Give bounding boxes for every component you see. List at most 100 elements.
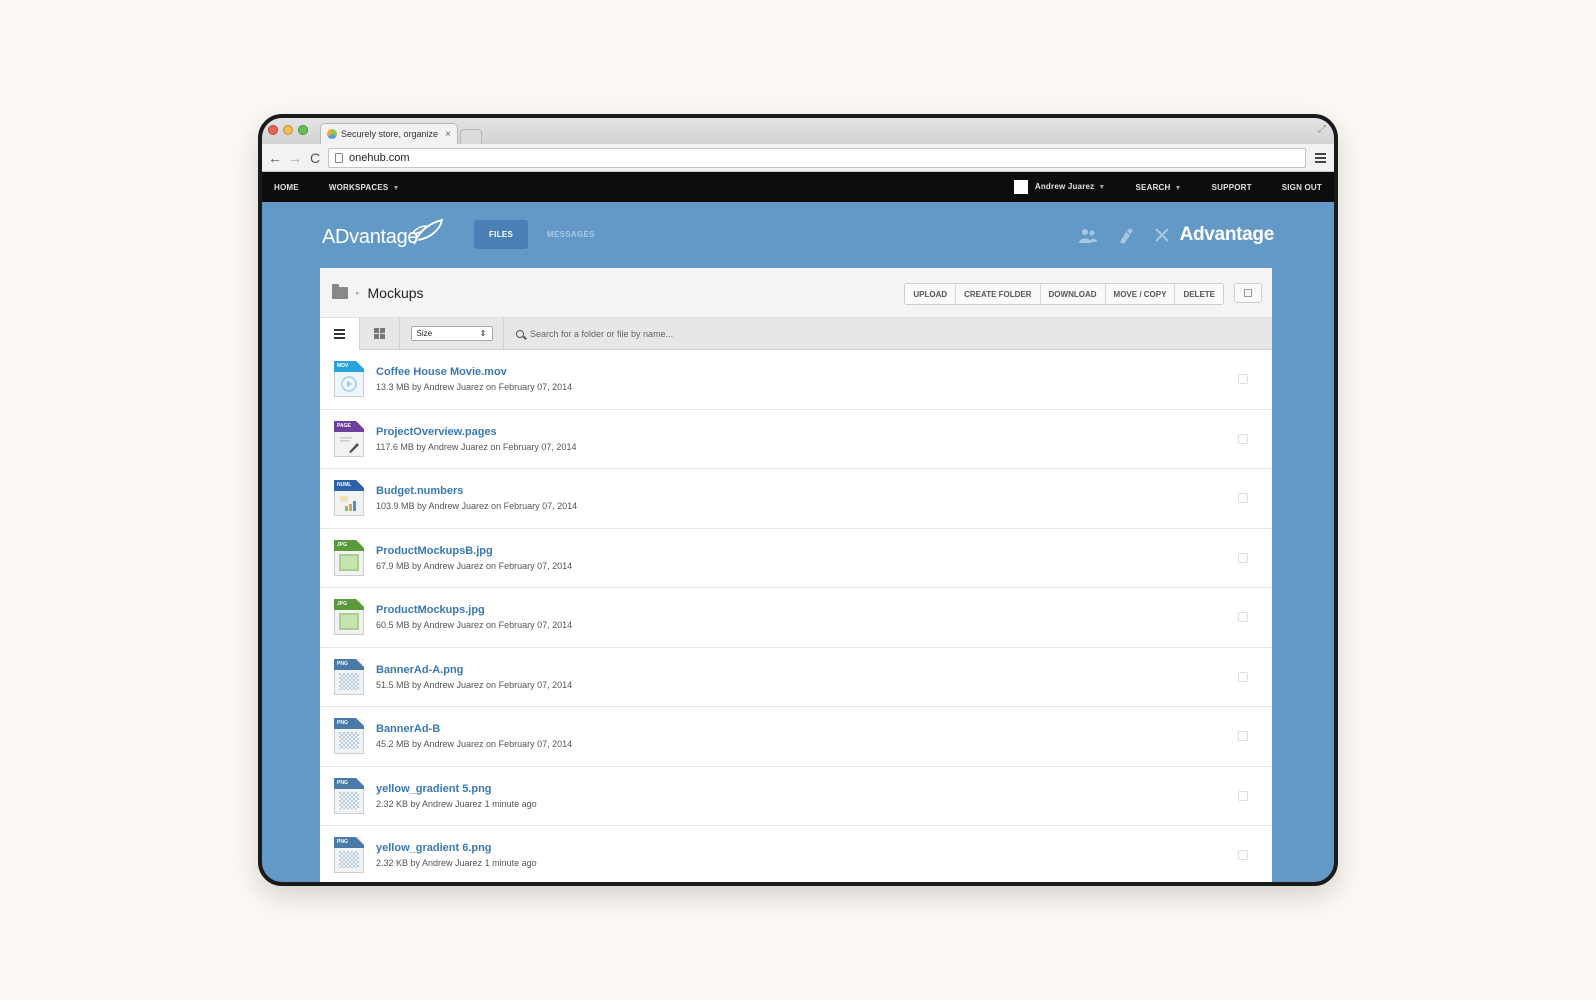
jpg-file-icon: JPG — [334, 539, 364, 576]
search-placeholder: Search for a folder or file by name... — [530, 328, 674, 339]
table-row[interactable]: JPG ProductMockupsB.jpg 67.9 MB by Andrew… — [320, 529, 1272, 588]
browser-tab-strip: Securely store, organize a × ⤢ — [262, 118, 1334, 144]
row-checkbox[interactable] — [1238, 612, 1248, 622]
move-copy-button[interactable]: MOVE / COPY — [1106, 284, 1176, 304]
list-view-button[interactable] — [320, 317, 360, 350]
nav-search[interactable]: SEARCH ▼ — [1136, 183, 1182, 192]
breadcrumb-separator-icon: ▸ — [356, 289, 360, 297]
file-meta: 117.6 MB by Andrew Juarez on February 07… — [376, 441, 577, 452]
numbers-file-icon: NUML — [334, 480, 364, 517]
table-row[interactable]: PNG BannerAd-A.png 51.5 MB by Andrew Juar… — [320, 648, 1272, 707]
file-name-link[interactable]: ProjectOverview.pages — [376, 426, 576, 438]
folder-icon[interactable] — [332, 283, 348, 299]
upload-button[interactable]: UPLOAD — [905, 284, 957, 304]
browser-tab[interactable]: Securely store, organize a × — [320, 123, 458, 144]
user-menu[interactable]: Andrew Juarez ▼ — [1013, 180, 1106, 194]
file-meta: 2.32 KB by Andrew Juarez 1 minute ago — [376, 858, 537, 869]
file-meta: 67.9 MB by Andrew Juarez on February 07,… — [376, 560, 573, 571]
workspace-logo: ADvantage — [322, 226, 419, 248]
user-name: Andrew Juarez — [1034, 182, 1095, 192]
reload-icon[interactable]: C — [308, 150, 322, 166]
png-file-icon: PNG — [334, 777, 364, 814]
list-toolbar: Size ⇕ Search for a folder or file by na… — [320, 317, 1272, 350]
close-tab-icon[interactable]: × — [445, 129, 451, 140]
page-title: Mockups — [367, 284, 424, 301]
fullscreen-icon[interactable]: ⤢ — [1318, 124, 1326, 135]
files-panel: ▸ Mockups UPLOAD CREATE FOLDER DOWNLOAD … — [320, 268, 1272, 882]
page-icon — [335, 152, 343, 163]
file-meta: 2.32 KB by Andrew Juarez 1 minute ago — [376, 798, 537, 809]
forward-arrow-icon[interactable]: → — [288, 150, 302, 166]
back-arrow-icon[interactable]: ← — [268, 150, 282, 166]
video-file-icon: MOV — [334, 361, 364, 398]
minimize-window-button[interactable] — [283, 125, 293, 135]
sort-select[interactable]: Size ⇕ — [410, 326, 493, 341]
table-row[interactable]: PNG yellow_gradient 5.png 2.32 KB by Andr… — [320, 767, 1272, 826]
browser-menu-icon[interactable] — [1312, 152, 1328, 163]
tab-files[interactable]: FILES — [474, 220, 529, 249]
row-checkbox[interactable] — [1238, 493, 1248, 503]
file-name-link[interactable]: yellow_gradient 5.png — [376, 783, 537, 795]
settings-tools-icon[interactable] — [1152, 227, 1172, 245]
workspace-name: Advantage — [1179, 224, 1275, 245]
nav-home[interactable]: HOME — [274, 183, 299, 192]
select-arrows-icon: ⇕ — [479, 329, 487, 338]
file-name-link[interactable]: BannerAd-B — [376, 723, 572, 735]
tab-title: Securely store, organize a — [341, 129, 442, 139]
create-folder-button[interactable]: CREATE FOLDER — [956, 284, 1041, 304]
row-checkbox[interactable] — [1238, 850, 1248, 860]
file-meta: 45.2 MB by Andrew Juarez on February 07,… — [376, 739, 573, 750]
row-checkbox[interactable] — [1238, 433, 1248, 444]
workspace-header: ADvantage FILES MESSAGES Advantage — [262, 202, 1334, 268]
file-name-link[interactable]: BannerAd-A.png — [376, 664, 572, 676]
table-row[interactable]: PAGE ProjectOverview.pages 117.6 MB by An… — [320, 410, 1272, 469]
file-name-link[interactable]: yellow_gradient 6.png — [376, 842, 537, 854]
chevron-down-icon: ▼ — [1098, 184, 1106, 192]
address-bar[interactable]: onehub.com — [328, 147, 1306, 168]
close-window-button[interactable] — [268, 125, 278, 135]
panel-header: ▸ Mockups UPLOAD CREATE FOLDER DOWNLOAD … — [320, 268, 1272, 318]
zoom-window-button[interactable] — [298, 125, 308, 135]
row-checkbox[interactable] — [1238, 374, 1248, 384]
row-checkbox[interactable] — [1238, 552, 1248, 563]
table-row[interactable]: JPG ProductMockups.jpg 60.5 MB by Andrew … — [320, 588, 1272, 648]
nav-support[interactable]: SUPPORT — [1212, 183, 1252, 192]
table-row[interactable]: PNG BannerAd-B 45.2 MB by Andrew Juarez o… — [320, 707, 1272, 767]
site-favicon-icon — [327, 129, 337, 139]
download-button[interactable]: DOWNLOAD — [1041, 284, 1106, 304]
search-input[interactable]: Search for a folder or file by name... — [504, 329, 1272, 339]
jpg-file-icon: JPG — [334, 599, 364, 636]
theme-brush-icon[interactable] — [1116, 227, 1136, 245]
table-row[interactable]: NUML Budget.numbers 103.9 MB by Andrew Ju… — [320, 469, 1272, 529]
grid-view-button[interactable] — [360, 317, 400, 350]
row-checkbox[interactable] — [1238, 790, 1248, 801]
sort-select-value: Size — [416, 329, 433, 338]
row-checkbox[interactable] — [1238, 731, 1248, 741]
browser-toolbar: ← → C onehub.com — [262, 144, 1334, 172]
tab-messages[interactable]: MESSAGES — [532, 220, 610, 249]
site-top-nav: HOME WORKSPACES ▼ Andrew Juarez ▼ SEARCH ▼ … — [262, 172, 1334, 202]
file-list: MOV Coffee House Movie.mov 13.3 MB by And… — [320, 350, 1272, 882]
nav-workspaces-label: WORKSPACES — [328, 182, 389, 192]
file-name-link[interactable]: ProductMockupsB.jpg — [376, 545, 572, 557]
chevron-down-icon: ▼ — [1174, 184, 1182, 192]
select-all-checkbox[interactable] — [1234, 283, 1262, 303]
row-checkbox[interactable] — [1238, 671, 1248, 682]
delete-button[interactable]: DELETE — [1175, 284, 1223, 304]
file-actions: UPLOAD CREATE FOLDER DOWNLOAD MOVE / COP… — [904, 283, 1224, 305]
file-name-link[interactable]: Budget.numbers — [376, 485, 577, 497]
table-row[interactable]: MOV Coffee House Movie.mov 13.3 MB by And… — [320, 350, 1272, 410]
png-file-icon: PNG — [334, 658, 364, 695]
window-controls — [268, 125, 308, 135]
avatar — [1013, 180, 1028, 194]
file-meta: 51.5 MB by Andrew Juarez on February 07,… — [376, 679, 573, 690]
nav-sign-out[interactable]: SIGN OUT — [1282, 183, 1322, 192]
file-name-link[interactable]: ProductMockups.jpg — [376, 604, 572, 616]
table-row[interactable]: PNG yellow_gradient 6.png 2.32 KB by Andr… — [320, 826, 1272, 882]
new-tab-button[interactable] — [460, 129, 482, 144]
members-icon[interactable] — [1078, 227, 1098, 245]
nav-workspaces[interactable]: WORKSPACES ▼ — [329, 183, 400, 192]
grid-view-icon — [374, 328, 385, 339]
png-file-icon: PNG — [334, 837, 364, 874]
file-name-link[interactable]: Coffee House Movie.mov — [376, 366, 572, 378]
